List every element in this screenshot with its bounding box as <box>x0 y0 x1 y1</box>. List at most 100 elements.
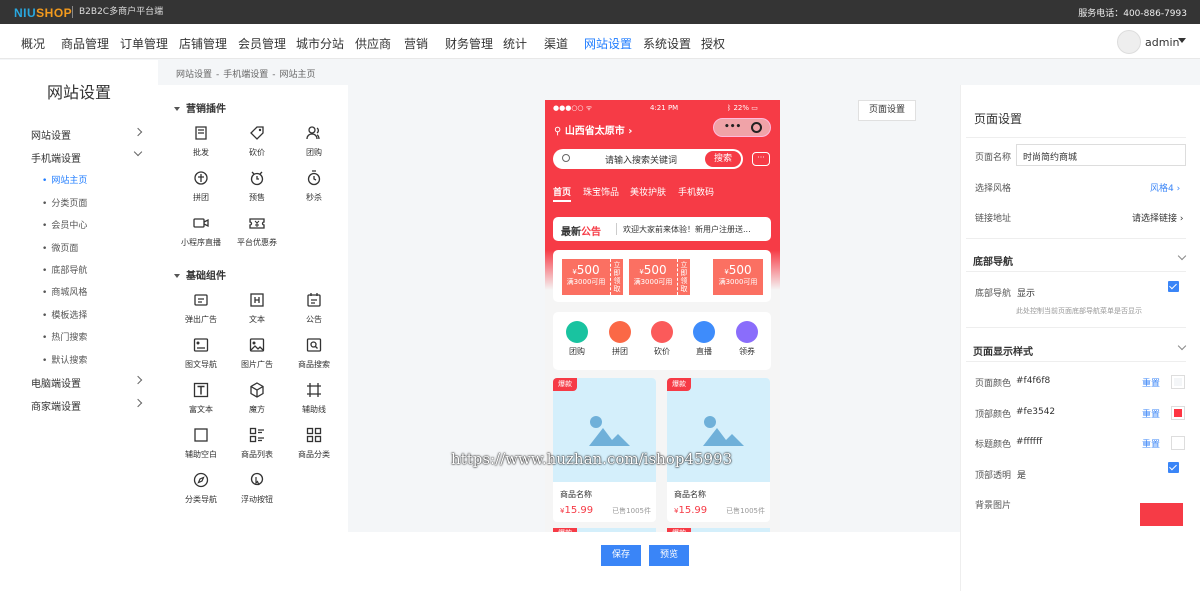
top-transparent-checkbox[interactable] <box>1168 462 1179 473</box>
nav-finance[interactable]: 财务管理 <box>445 35 493 52</box>
nav-item-live[interactable]: 直播 <box>686 321 722 357</box>
coupon-claim-button[interactable]: 立即领取 <box>610 259 623 295</box>
rich-text-icon <box>193 382 209 398</box>
component-mini-live[interactable]: 小程序直播 <box>176 215 226 248</box>
title-color-swatch[interactable] <box>1171 436 1185 450</box>
bargain-icon <box>651 321 673 343</box>
nav-members[interactable]: 会员管理 <box>238 35 286 52</box>
niushop-logo[interactable]: NIUSHOP <box>14 6 72 20</box>
top-color-swatch[interactable] <box>1171 406 1185 420</box>
bg-image-upload[interactable] <box>1140 503 1183 526</box>
close-target-icon[interactable] <box>751 122 762 133</box>
page-color-swatch[interactable] <box>1171 375 1185 389</box>
link-select[interactable]: 请选择链接 › <box>1132 211 1183 224</box>
float-button-icon <box>250 472 264 486</box>
coupon-card[interactable]: ¥500 满3000可用 <box>629 259 677 295</box>
breadcrumb-sep: - <box>272 70 276 80</box>
message-icon[interactable]: ··· <box>752 152 770 166</box>
phone-tab-beauty[interactable]: 美妆护肤 <box>630 185 666 198</box>
coupon-claim-button[interactable]: 立即领取 <box>677 259 690 295</box>
component-presale[interactable]: 预售 <box>232 170 282 203</box>
preview-button[interactable]: 预览 <box>649 545 689 566</box>
sidebar-item-micro-page[interactable]: 微页面 <box>42 241 78 254</box>
basic-components-header[interactable]: 基础组件 <box>174 267 226 282</box>
bottom-nav-section-title[interactable]: 底部导航 <box>973 253 1013 268</box>
location[interactable]: ⚲ 山西省太原市 › <box>554 122 632 137</box>
sidebar-item-bottom-nav[interactable]: 底部导航 <box>42 263 87 276</box>
nav-system[interactable]: 系统设置 <box>643 35 691 52</box>
component-goods-search[interactable]: 商品搜索 <box>289 337 339 370</box>
notice-bar[interactable]: 最新 公告 欢迎大家前来体验！新用户注册送... <box>553 217 771 241</box>
reset-page-color-button[interactable]: 重置 <box>1142 376 1160 389</box>
sidebar-group-mobile[interactable]: 手机端设置 <box>31 147 143 165</box>
nav-orders[interactable]: 订单管理 <box>120 35 168 52</box>
mini-program-capsule[interactable]: ••• <box>713 118 771 137</box>
sidebar-item-default-search[interactable]: 默认搜索 <box>42 353 87 366</box>
phone-tab-jewelry[interactable]: 珠宝饰品 <box>583 185 619 198</box>
component-popup-ad[interactable]: 弹出广告 <box>176 292 226 325</box>
component-wholesale[interactable]: 批发 <box>176 125 226 158</box>
component-cube[interactable]: 魔方 <box>232 382 282 415</box>
page-settings-button[interactable]: 页面设置 <box>858 100 916 121</box>
search-button[interactable]: 搜索 <box>705 151 741 167</box>
nav-item-coupon[interactable]: 领券 <box>729 321 765 357</box>
sidebar-item-category[interactable]: 分类页面 <box>42 196 87 209</box>
sidebar-item-style[interactable]: 商城风格 <box>42 285 87 298</box>
component-rich-text[interactable]: 富文本 <box>176 382 226 415</box>
marketing-plugins-header[interactable]: 营销插件 <box>174 100 226 115</box>
component-blank[interactable]: 辅助空白 <box>176 427 226 460</box>
nav-item-bargain[interactable]: 砍价 <box>644 321 680 357</box>
sidebar-item-hot-search[interactable]: 热门搜索 <box>42 330 87 343</box>
nav-stats[interactable]: 统计 <box>503 35 527 52</box>
sidebar-group-website[interactable]: 网站设置 <box>31 127 143 142</box>
phone-search-bar[interactable]: 请输入搜索关键词 搜索 <box>553 149 743 169</box>
page-name-input[interactable]: 时尚简约商城 <box>1016 144 1186 166</box>
sidebar-group-pc[interactable]: 电脑端设置 <box>31 375 143 390</box>
nav-item-group-buy[interactable]: 团购 <box>559 321 595 357</box>
component-group-buy[interactable]: 团购 <box>289 125 339 158</box>
more-dots-icon[interactable]: ••• <box>724 122 741 132</box>
nav-website-settings[interactable]: 网站设置 <box>584 35 632 52</box>
nav-license[interactable]: 授权 <box>701 35 725 52</box>
phone-tab-digital[interactable]: 手机数码 <box>678 185 714 198</box>
save-button[interactable]: 保存 <box>601 545 641 566</box>
nav-goods[interactable]: 商品管理 <box>61 35 109 52</box>
component-notice[interactable]: 公告 <box>289 292 339 325</box>
nav-city[interactable]: 城市分站 <box>296 35 344 52</box>
style-select[interactable]: 风格4 › <box>1150 181 1180 194</box>
component-image-nav[interactable]: 图文导航 <box>176 337 226 370</box>
component-text[interactable]: 文本 <box>232 292 282 325</box>
component-goods-category[interactable]: 商品分类 <box>289 427 339 460</box>
coupon-card[interactable]: ¥500 满3000可用 <box>562 259 610 295</box>
sidebar-item-member[interactable]: 会员中心 <box>42 218 87 231</box>
sidebar-item-home[interactable]: 网站主页 <box>42 173 87 186</box>
reset-top-color-button[interactable]: 重置 <box>1142 407 1160 420</box>
component-seckill[interactable]: 秒杀 <box>289 170 339 203</box>
component-bargain[interactable]: 砍价 <box>232 125 282 158</box>
phone-tab-home[interactable]: 首页 <box>553 185 572 202</box>
component-guide-line[interactable]: 辅助线 <box>289 382 339 415</box>
nav-shops[interactable]: 店铺管理 <box>179 35 227 52</box>
blank-icon <box>194 428 208 442</box>
nav-channel[interactable]: 渠道 <box>544 35 568 52</box>
sidebar-item-template[interactable]: 模板选择 <box>42 308 87 321</box>
nav-overview[interactable]: 概况 <box>21 35 45 52</box>
display-style-section-title[interactable]: 页面显示样式 <box>973 343 1033 358</box>
component-float-button[interactable]: 浮动按钮 <box>232 472 282 505</box>
coupon-card[interactable]: ¥500 满3000可用 <box>713 259 763 295</box>
nav-marketing[interactable]: 营销 <box>404 35 428 52</box>
component-goods-list[interactable]: 商品列表 <box>232 427 282 460</box>
nav-supplier[interactable]: 供应商 <box>355 35 391 52</box>
component-pintuan[interactable]: 拼团 <box>176 170 226 203</box>
breadcrumb-mobile[interactable]: 手机端设置 <box>223 70 268 80</box>
component-platform-coupon[interactable]: 平台优惠券 <box>232 215 282 248</box>
nav-item-pintuan[interactable]: 拼团 <box>602 321 638 357</box>
bottom-nav-checkbox[interactable] <box>1168 281 1179 292</box>
component-image-ad[interactable]: 图片广告 <box>232 337 282 370</box>
user-menu[interactable]: admin <box>1117 30 1187 54</box>
component-category-nav[interactable]: 分类导航 <box>176 472 226 505</box>
sidebar-group-merchant[interactable]: 商家端设置 <box>31 398 143 413</box>
breadcrumb-website[interactable]: 网站设置 <box>176 70 212 80</box>
reset-title-color-button[interactable]: 重置 <box>1142 437 1160 450</box>
search-placeholder: 请输入搜索关键词 <box>605 156 678 166</box>
